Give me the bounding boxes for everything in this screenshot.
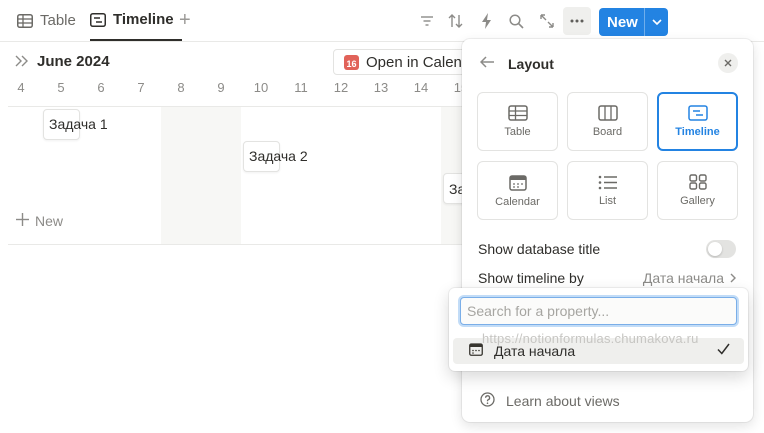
layout-option-label: List xyxy=(598,194,617,207)
new-button[interactable]: New xyxy=(599,8,668,36)
add-view-icon[interactable]: + xyxy=(179,10,191,30)
weekend-column xyxy=(161,107,241,244)
show-timeline-by-value-text: Дата начала xyxy=(642,270,724,286)
learn-about-views-link[interactable]: Learn about views xyxy=(480,392,620,410)
timeline-icon xyxy=(687,105,708,121)
panel-title: Layout xyxy=(508,56,554,72)
task-label[interactable]: Задача 2 xyxy=(249,148,308,164)
day-label: 7 xyxy=(137,80,145,95)
layout-option-label: Calendar xyxy=(495,195,540,208)
layout-option-table[interactable]: Table xyxy=(477,92,558,151)
task-label[interactable]: Задача 1 xyxy=(49,116,108,132)
day-label: 10 xyxy=(253,80,269,95)
more-icon[interactable] xyxy=(563,7,591,35)
month-label: June 2024 xyxy=(37,53,110,70)
table-icon xyxy=(17,13,33,28)
layout-option-label: Table xyxy=(504,126,531,138)
layout-option-list[interactable]: List xyxy=(567,161,648,220)
filter-icon[interactable] xyxy=(417,11,437,31)
show-timeline-by-row[interactable]: Show timeline by Дата начала xyxy=(478,267,736,289)
show-timeline-by-label: Show timeline by xyxy=(478,270,584,286)
new-button-label: New xyxy=(607,13,638,31)
timeline-icon xyxy=(90,12,106,27)
close-icon[interactable] xyxy=(718,53,738,73)
day-label: 8 xyxy=(177,80,185,95)
timeline-divider xyxy=(8,244,468,245)
checkmark-icon xyxy=(717,342,730,358)
layout-option-label: Gallery xyxy=(680,195,715,207)
watermark-text: https://notionformulas.chumakova.ru xyxy=(482,331,699,346)
day-label: 11 xyxy=(294,80,308,95)
property-dropdown: Дата начала xyxy=(449,288,748,371)
search-icon[interactable] xyxy=(506,11,526,31)
automation-icon[interactable] xyxy=(477,11,497,31)
show-database-title-label: Show database title xyxy=(478,241,601,257)
layout-option-label: Board xyxy=(592,126,623,138)
calendar-icon xyxy=(508,174,527,191)
tab-timeline-label: Timeline xyxy=(113,11,174,28)
new-row-label: New xyxy=(35,213,64,229)
tab-table-label: Table xyxy=(40,12,76,29)
layout-option-calendar[interactable]: Calendar xyxy=(477,161,558,220)
day-label: 12 xyxy=(333,80,349,95)
day-numbers: 4 5 6 7 8 9 10 11 12 13 14 15 xyxy=(0,80,470,100)
chevron-down-icon[interactable] xyxy=(645,19,668,25)
day-label: 5 xyxy=(57,80,65,95)
back-arrow-icon[interactable] xyxy=(479,55,495,71)
layout-option-label: Timeline xyxy=(675,126,720,138)
show-database-title-row[interactable]: Show database title xyxy=(478,238,736,260)
tab-timeline[interactable]: Timeline xyxy=(90,0,182,41)
tab-table[interactable]: Table xyxy=(17,0,76,41)
chevron-right-icon xyxy=(730,270,736,286)
show-timeline-by-value[interactable]: Дата начала xyxy=(643,270,736,286)
calendar-date-icon: 16 xyxy=(344,54,359,70)
double-chevron-icon[interactable] xyxy=(15,54,29,70)
day-label: 13 xyxy=(373,80,389,95)
plus-icon xyxy=(16,213,29,229)
sort-icon[interactable] xyxy=(446,11,466,31)
calendar-icon xyxy=(469,343,483,359)
show-title-toggle[interactable] xyxy=(706,240,736,258)
layout-option-timeline[interactable]: Timeline xyxy=(657,92,738,151)
help-circle-icon xyxy=(480,392,495,410)
expand-icon[interactable] xyxy=(537,11,557,31)
day-label: 14 xyxy=(413,80,429,95)
day-label: 9 xyxy=(217,80,225,95)
gallery-icon xyxy=(688,174,707,190)
layout-option-gallery[interactable]: Gallery xyxy=(657,161,738,220)
layout-option-board[interactable]: Board xyxy=(567,92,648,151)
day-label: 4 xyxy=(17,80,25,95)
learn-about-views-label: Learn about views xyxy=(506,393,620,409)
property-search-input[interactable] xyxy=(460,297,737,325)
board-icon xyxy=(597,105,618,121)
table-icon xyxy=(507,105,528,121)
day-label: 6 xyxy=(97,80,105,95)
toggle-knob xyxy=(708,242,722,256)
list-icon xyxy=(598,175,618,190)
view-tab-bar: Table Timeline + New xyxy=(0,0,764,42)
new-row-button[interactable]: New xyxy=(16,213,63,229)
